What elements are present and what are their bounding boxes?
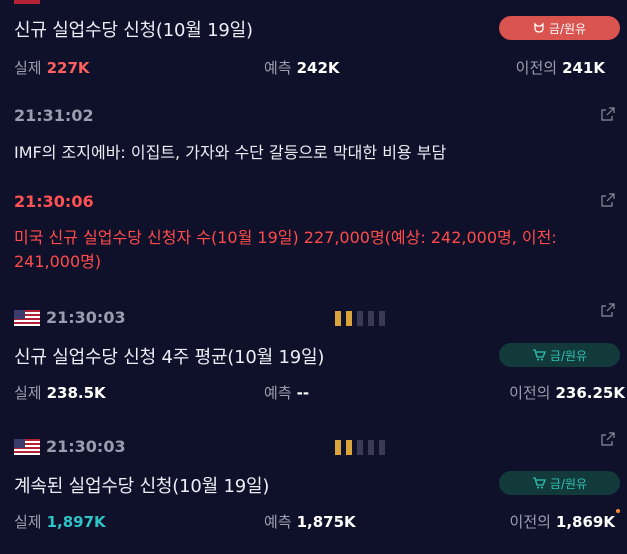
asset-badge-label: 금/원유 (549, 476, 588, 491)
importance-bar (346, 440, 352, 455)
news-time: 21:30:06 (14, 192, 94, 211)
previous-label: 이전의 (509, 384, 551, 402)
importance-bar (335, 311, 341, 326)
importance-bar (379, 440, 385, 455)
previous-label: 이전의 (509, 513, 551, 531)
actual-label: 실제 (14, 384, 42, 402)
cart-icon (532, 349, 546, 361)
actual-stat: 실제 1,897K (14, 511, 106, 532)
actual-value: 227K (46, 59, 90, 77)
importance-indicator (335, 440, 385, 455)
asset-badge[interactable]: 금/원유 (499, 343, 620, 367)
event-title[interactable]: 계속된 실업수당 신청(10월 19일) (14, 472, 269, 498)
external-link-icon[interactable] (601, 303, 615, 317)
asset-badge[interactable]: 금/원유 (499, 471, 620, 495)
forecast-label: 예측 (264, 384, 292, 402)
external-link-icon[interactable] (601, 432, 615, 446)
previous-stat: 이전의 236.25K (509, 382, 625, 403)
flag-us-icon (14, 310, 40, 326)
forecast-value: -- (296, 384, 310, 402)
forecast-stat: 예측 242K (264, 57, 340, 78)
previous-value: 241K (562, 59, 605, 77)
asset-badge[interactable]: 금/원유 (499, 16, 620, 40)
previous-stat: 이전의 241K (516, 57, 605, 78)
previous-label: 이전의 (515, 59, 558, 77)
event-time: 21:30:03 (46, 308, 126, 327)
actual-stat: 실제 238.5K (14, 382, 106, 403)
importance-bar (357, 440, 363, 455)
event-title[interactable]: 신규 실업수당 신청 4주 평균(10월 19일) (14, 343, 324, 369)
actual-value: 238.5K (46, 384, 106, 402)
importance-bar (368, 440, 374, 455)
flag-partial (14, 0, 40, 4)
flag-us-icon (14, 439, 40, 455)
forecast-label: 예측 (264, 513, 292, 531)
actual-label: 실제 (14, 59, 42, 77)
importance-indicator (335, 311, 385, 326)
cart-icon (532, 477, 546, 489)
forecast-value: 1,875K (296, 513, 356, 531)
importance-bar (335, 440, 341, 455)
importance-bar (357, 311, 363, 326)
previous-value: 236.25K (555, 384, 625, 402)
asset-badge-label: 금/원유 (548, 21, 587, 36)
importance-bar (346, 311, 352, 326)
previous-stat: 이전의 1,869K (510, 511, 615, 532)
importance-bar (368, 311, 374, 326)
asset-badge-label: 금/원유 (549, 348, 588, 363)
bull-icon (534, 22, 544, 33)
forecast-stat: 예측 1,875K (264, 511, 356, 532)
news-text[interactable]: 미국 신규 실업수당 신청자 수(10월 19일) 227,000명(예상: 2… (14, 226, 602, 274)
external-link-icon[interactable] (601, 107, 615, 121)
actual-label: 실제 (14, 513, 42, 531)
external-link-icon[interactable] (601, 193, 615, 207)
event-time: 21:30:03 (46, 437, 126, 456)
status-dot (616, 509, 620, 513)
previous-value: 1,869K (555, 513, 615, 531)
forecast-value: 242K (296, 59, 340, 77)
actual-stat: 실제 227K (14, 57, 90, 78)
actual-value: 1,897K (46, 513, 106, 531)
forecast-stat: 예측 -- (264, 382, 309, 403)
event-title[interactable]: 신규 실업수당 신청(10월 19일) (14, 16, 253, 42)
news-time: 21:31:02 (14, 106, 94, 125)
importance-bar (379, 311, 385, 326)
news-text[interactable]: IMF의 조지에바: 이집트, 가자와 수단 갈등으로 막대한 비용 부담 (14, 141, 614, 165)
forecast-label: 예측 (264, 59, 292, 77)
